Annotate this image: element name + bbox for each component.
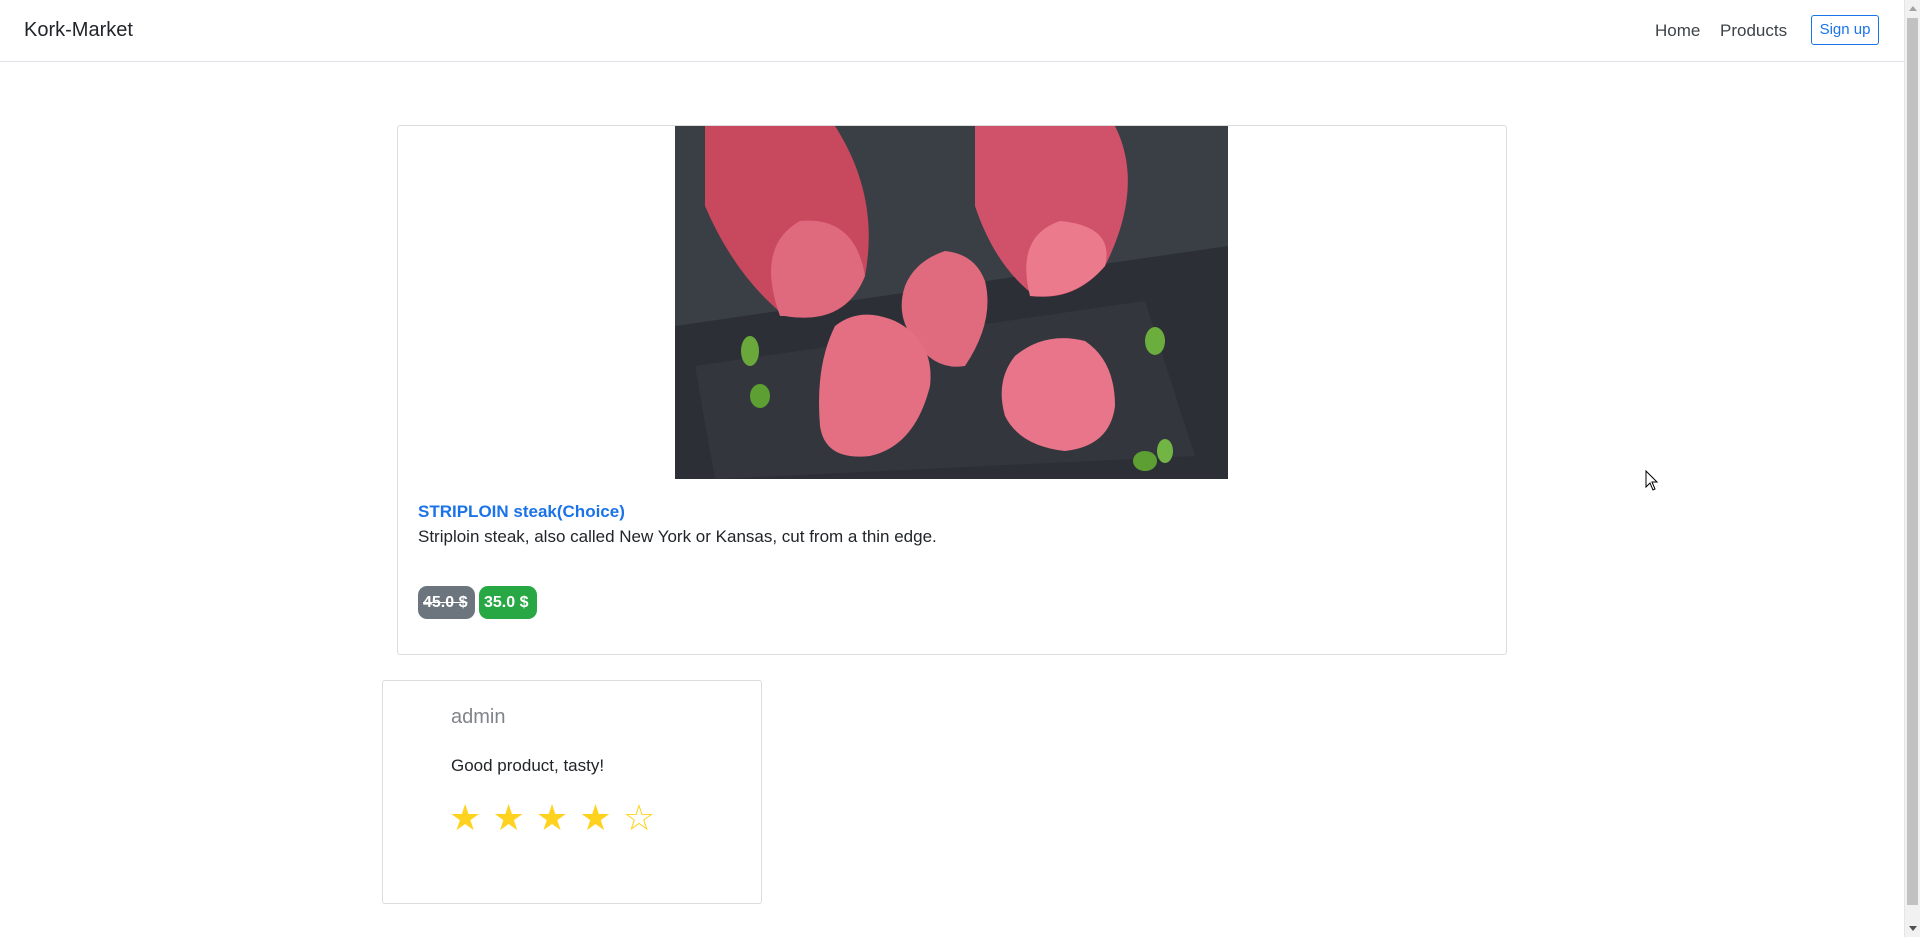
star-empty-icon[interactable]: ☆ <box>623 799 662 839</box>
star-filled-icon[interactable]: ★ <box>492 799 531 839</box>
star-rating: ★ ★ ★ ★ ☆ <box>449 799 662 839</box>
star-filled-icon[interactable]: ★ <box>449 799 488 839</box>
new-price-badge: 35.0 $ <box>479 586 537 619</box>
vertical-scrollbar[interactable] <box>1904 0 1920 937</box>
old-price-badge: 45.0 $ <box>418 586 475 619</box>
star-filled-icon[interactable]: ★ <box>536 799 575 839</box>
sign-up-button[interactable]: Sign up <box>1811 15 1879 45</box>
review-author: admin <box>451 706 506 728</box>
review-text: Good product, tasty! <box>451 756 605 775</box>
top-navbar: Kork-Market Home Products Sign up <box>0 0 1904 62</box>
scroll-down-arrow-icon[interactable] <box>1909 926 1917 931</box>
brand-logo-link[interactable]: Kork-Market <box>24 19 133 42</box>
product-description: Striploin steak, also called New York or… <box>418 527 937 546</box>
product-image <box>675 126 1228 479</box>
star-filled-icon[interactable]: ★ <box>579 799 618 839</box>
review-card: admin Good product, tasty! ★ ★ ★ ★ ☆ <box>382 680 762 904</box>
scrollbar-thumb[interactable] <box>1907 18 1918 905</box>
product-card: STRIPLOIN steak(Choice) Striploin steak,… <box>397 125 1507 655</box>
product-title-link[interactable]: STRIPLOIN steak(Choice) <box>418 502 625 522</box>
mouse-cursor-icon <box>1645 470 1659 491</box>
nav-link-products[interactable]: Products <box>1720 21 1787 41</box>
scroll-up-arrow-icon[interactable] <box>1909 6 1917 11</box>
nav-link-home[interactable]: Home <box>1655 21 1700 41</box>
